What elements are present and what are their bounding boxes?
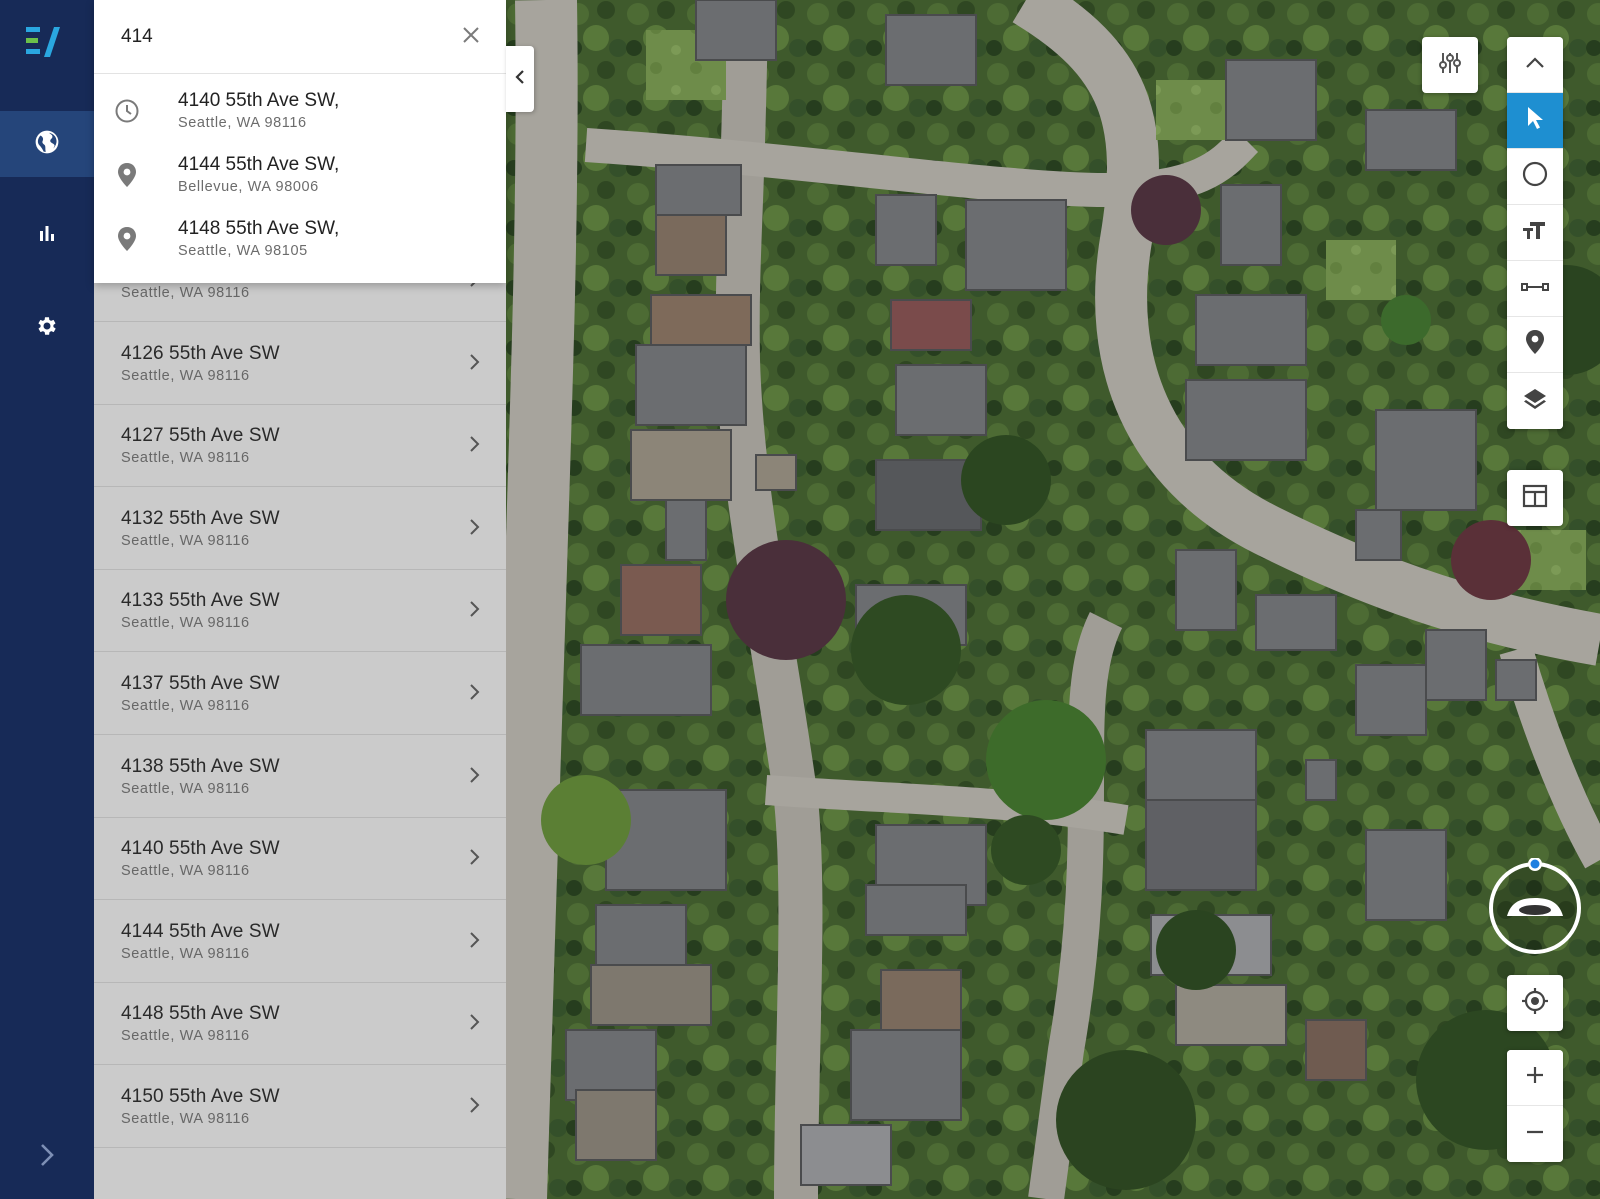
pin-tool-button[interactable] [1507,317,1563,373]
location-pin-icon [114,162,140,188]
location-pin-icon [114,226,140,252]
suggestion-address: 4148 55th Ave SW, [178,218,340,239]
suggestion-address: 4144 55th Ave SW, [178,154,340,175]
result-item[interactable]: 4138 55th Ave SW Seattle, WA 98116 [94,734,506,818]
text-size-icon [1521,219,1549,246]
result-city: Seattle, WA 98116 [121,615,250,632]
result-item[interactable]: 4148 55th Ave SW Seattle, WA 98116 [94,981,506,1066]
chevron-right-icon [468,1011,482,1033]
suggestion-city: Seattle, WA 98105 [178,243,308,259]
chevron-right-icon [468,351,482,373]
zoom-in-button[interactable] [1507,1050,1563,1106]
suggestion-city: Bellevue, WA 98006 [178,179,319,195]
measure-tool-button[interactable] [1507,261,1563,317]
history-icon [114,98,140,124]
result-item[interactable]: 4137 55th Ave SW Seattle, WA 98116 [94,651,506,735]
chevron-right-icon [468,516,482,538]
suggestion-item[interactable]: 4140 55th Ave SW, Seattle, WA 98116 [94,76,506,141]
minus-icon [1525,1122,1545,1147]
chevron-right-icon [468,929,482,951]
result-item[interactable]: 4150 55th Ave SW Seattle, WA 98116 [94,1064,506,1148]
text-tool-button[interactable] [1507,205,1563,261]
split-view-button[interactable] [1507,470,1563,526]
close-icon [462,26,480,49]
suggestion-item[interactable]: 4148 55th Ave SW, Seattle, WA 98105 [94,204,506,269]
layers-button[interactable] [1507,373,1563,429]
chevron-right-icon [40,1143,54,1172]
compass-control[interactable] [1487,857,1583,954]
result-city: Seattle, WA 98116 [121,532,250,549]
zoom-controls [1507,1050,1563,1162]
plus-icon [1525,1065,1545,1090]
result-city: Seattle, WA 98116 [121,1111,250,1127]
result-address: 4144 55th Ave SW [121,920,280,942]
clear-search-button[interactable] [458,24,484,50]
result-item[interactable]: 4132 55th Ave SW Seattle, WA 98116 [94,486,506,570]
result-address: 4133 55th Ave SW [121,590,280,612]
search-dropdown: 4140 55th Ave SW, Seattle, WA 98116 4144 5… [94,0,506,283]
aerial-imagery [506,0,1600,1199]
result-address: 4132 55th Ave SW [121,507,280,529]
result-address: 4138 55th Ave SW [121,755,280,777]
split-view-icon [1522,483,1548,514]
result-address: 4126 55th Ave SW [121,342,280,364]
measure-icon [1520,280,1550,298]
chevron-right-icon [468,764,482,786]
chevron-right-icon [468,1094,482,1116]
location-pin-icon [1525,329,1545,360]
result-city: Seattle, WA 98116 [121,450,250,467]
chevron-right-icon [468,681,482,703]
result-address: 4150 55th Ave SW [121,1086,280,1107]
result-city: Seattle, WA 98116 [121,863,250,880]
result-city: Seattle, WA 98116 [121,367,250,384]
select-tool-button[interactable] [1507,93,1563,149]
result-city: Seattle, WA 98116 [121,780,250,797]
suggestion-item[interactable]: 4144 55th Ave SW, Bellevue, WA 98006 [94,140,506,205]
app-logo [26,24,68,60]
crosshair-icon [1521,987,1549,1020]
layers-icon [1522,387,1548,416]
nav-analytics-button[interactable] [0,203,94,269]
nav-settings-button[interactable] [0,295,94,361]
sliders-icon [1437,50,1463,81]
collapse-panel-button[interactable] [506,46,534,112]
chevron-right-icon [468,598,482,620]
result-item[interactable]: 4144 55th Ave SW Seattle, WA 98116 [94,899,506,983]
result-item[interactable]: 4127 55th Ave SW Seattle, WA 98116 [94,403,506,488]
result-item[interactable]: 4140 55th Ave SW Seattle, WA 98116 [94,816,506,901]
suggestion-city: Seattle, WA 98116 [178,115,307,131]
nav-map-button[interactable] [0,111,94,177]
result-address: 4140 55th Ave SW [121,838,280,860]
aerial-map[interactable] [506,0,1600,1199]
result-address: 4127 55th Ave SW [121,425,280,447]
chevron-right-icon [468,433,482,455]
map-tool-group [1507,37,1563,429]
result-city: Seattle, WA 98116 [121,1028,250,1045]
compass-icon [1487,857,1583,958]
collapse-tools-button[interactable] [1507,37,1563,93]
result-city: Seattle, WA 98116 [121,698,250,714]
gear-icon [35,314,59,343]
chevron-right-icon [468,846,482,868]
chevron-left-icon [515,69,525,90]
pointer-icon [1524,105,1546,136]
expand-rail-button[interactable] [0,1124,94,1190]
chevron-up-icon [1525,56,1545,74]
result-city: Seattle, WA 98116 [121,285,250,301]
search-input[interactable] [94,0,506,74]
circle-icon [1521,160,1549,193]
globe-icon [34,129,60,160]
suggestion-address: 4140 55th Ave SW, [178,90,340,111]
result-address: 4137 55th Ave SW [121,673,280,694]
result-item[interactable]: 4126 55th Ave SW Seattle, WA 98116 [94,321,506,405]
filter-button[interactable] [1422,37,1478,93]
zoom-out-button[interactable] [1507,1106,1563,1162]
locate-me-button[interactable] [1507,975,1563,1031]
result-item[interactable]: 4133 55th Ave SW Seattle, WA 98116 [94,568,506,653]
result-city: Seattle, WA 98116 [121,945,250,962]
result-address: 4148 55th Ave SW [121,1003,280,1025]
left-nav-rail [0,0,94,1199]
circle-tool-button[interactable] [1507,149,1563,205]
bar-chart-icon [37,225,57,248]
